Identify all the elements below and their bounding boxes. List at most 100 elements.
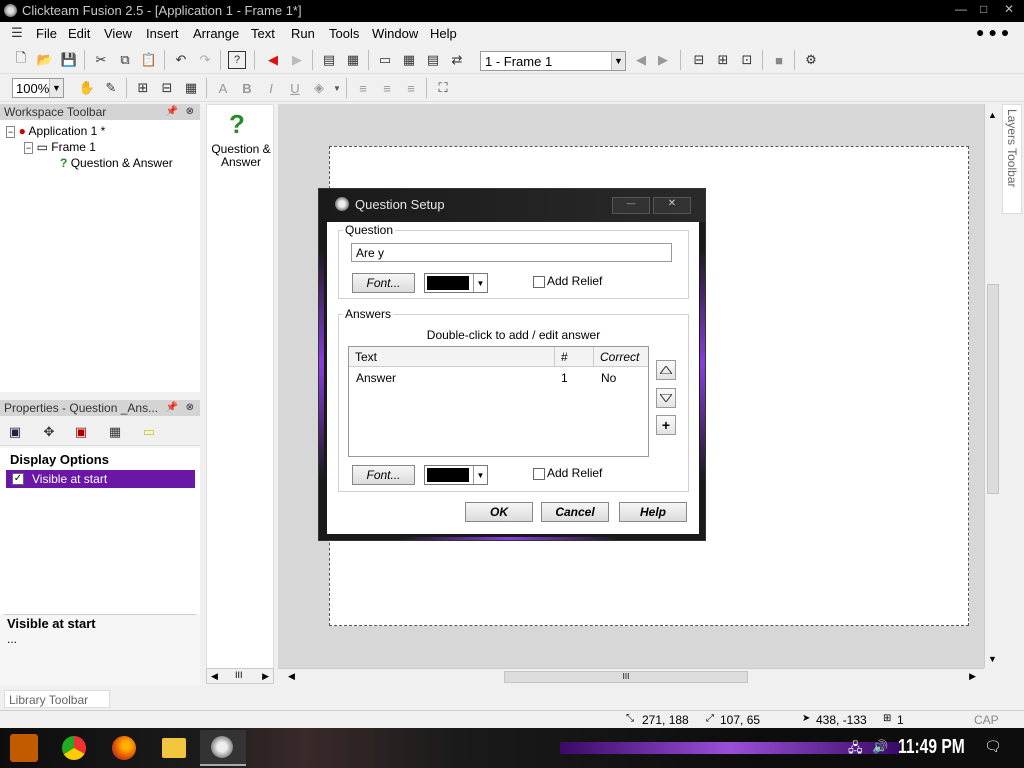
more-dots-icon[interactable]: ●●●: [976, 24, 1013, 40]
collapse-icon[interactable]: −: [24, 142, 34, 154]
menu-text[interactable]: Text: [251, 26, 275, 41]
menu-help[interactable]: Help: [430, 26, 457, 41]
size-tab-icon[interactable]: ✥: [40, 423, 58, 441]
forward-icon[interactable]: ▶: [288, 51, 306, 69]
help-button[interactable]: Help: [619, 502, 687, 522]
italic-icon[interactable]: I: [262, 79, 280, 97]
brush-icon[interactable]: ✎: [102, 79, 120, 97]
paste-icon[interactable]: 📋: [140, 51, 158, 69]
file-explorer-icon[interactable]: [162, 738, 186, 758]
scroll-thumb[interactable]: III: [235, 670, 243, 680]
display-tab-icon[interactable]: ▣: [6, 423, 24, 441]
tree-application[interactable]: − ● Application 1 *: [6, 124, 105, 138]
scroll-left-icon[interactable]: ◀: [288, 671, 295, 682]
menu-tools[interactable]: Tools: [329, 26, 359, 41]
column-text[interactable]: Text: [349, 347, 555, 367]
scroll-down-icon[interactable]: ▼: [988, 654, 997, 664]
values-tab-icon[interactable]: ▦: [106, 423, 124, 441]
column-number[interactable]: #: [555, 347, 594, 367]
data-elements-icon[interactable]: ⇄: [448, 51, 466, 69]
checkbox-checked-icon[interactable]: ✓: [12, 473, 24, 485]
fusion-task-button[interactable]: [200, 730, 246, 766]
fit-icon[interactable]: ⛶: [434, 79, 452, 97]
build-run-icon[interactable]: ⊡: [738, 51, 756, 69]
scroll-right-icon[interactable]: ▶: [969, 671, 976, 682]
snap-icon[interactable]: ⊟: [158, 79, 176, 97]
answers-color-picker[interactable]: ▼: [424, 465, 488, 485]
menu-run[interactable]: Run: [291, 26, 315, 41]
dialog-close-button[interactable]: ✕: [653, 197, 691, 214]
system-menu-icon[interactable]: ☰: [8, 24, 26, 42]
answers-font-button[interactable]: Font...: [352, 465, 415, 485]
copy-icon[interactable]: ⧉: [116, 51, 134, 69]
question-input[interactable]: [351, 243, 672, 262]
ok-button[interactable]: OK: [465, 502, 533, 522]
layers-toolbar-tab[interactable]: Layers Toolbar: [1002, 104, 1022, 214]
answers-add-relief-checkbox[interactable]: [533, 468, 545, 480]
scroll-up-icon[interactable]: ▲: [988, 110, 997, 120]
scroll-thumb[interactable]: III: [504, 671, 748, 683]
cut-icon[interactable]: ✂: [92, 51, 110, 69]
scroll-thumb[interactable]: [987, 284, 999, 494]
frame-editor-icon[interactable]: ▭: [376, 51, 394, 69]
dialog-minimize-button[interactable]: —: [612, 197, 650, 214]
align-center-icon[interactable]: ≡: [378, 79, 396, 97]
open-icon[interactable]: 📂: [36, 51, 54, 69]
fill-color-icon[interactable]: ◈: [310, 79, 328, 97]
menu-arrange[interactable]: Arrange: [193, 26, 239, 41]
underline-icon[interactable]: U: [286, 79, 304, 97]
font-icon[interactable]: A: [214, 79, 232, 97]
next-frame-icon[interactable]: ▶: [654, 51, 672, 69]
menu-window[interactable]: Window: [372, 26, 418, 41]
firefox-icon[interactable]: [112, 736, 136, 760]
menu-insert[interactable]: Insert: [146, 26, 179, 41]
event-list-editor-icon[interactable]: ▤: [424, 51, 442, 69]
property-visible-at-start[interactable]: ✓ Visible at start: [6, 470, 195, 488]
start-icon[interactable]: [10, 734, 38, 762]
move-down-button[interactable]: [656, 388, 676, 408]
close-button[interactable]: ✕: [1004, 2, 1014, 16]
storyboard-icon[interactable]: ▤: [320, 51, 338, 69]
frame-select[interactable]: 1 - Frame 1 ▼: [480, 51, 626, 71]
close-panel-icon[interactable]: ⊗: [186, 104, 194, 120]
volume-icon[interactable]: 🔊: [872, 739, 888, 755]
debugger-icon[interactable]: ⚙: [802, 51, 820, 69]
hand-icon[interactable]: ✋: [78, 79, 96, 97]
scroll-left-icon[interactable]: ◀: [211, 671, 218, 682]
add-answer-button[interactable]: +: [656, 415, 676, 435]
question-font-button[interactable]: Font...: [352, 273, 415, 293]
horizontal-scrollbar[interactable]: ◀ III ▶: [278, 668, 984, 684]
redo-icon[interactable]: ↷: [196, 51, 214, 69]
tree-frame[interactable]: − ▭ Frame 1: [24, 140, 96, 154]
menu-file[interactable]: File: [36, 26, 57, 41]
pin-icon[interactable]: 📌: [166, 104, 178, 120]
runtime-tab-icon[interactable]: ▣: [72, 423, 90, 441]
vertical-scrollbar[interactable]: ▲ ▼: [984, 104, 1000, 668]
table-row[interactable]: Answer 1 No: [349, 369, 648, 387]
question-add-relief-checkbox[interactable]: [533, 276, 545, 288]
grid-icon[interactable]: ⊞: [134, 79, 152, 97]
undo-icon[interactable]: ↶: [172, 51, 190, 69]
menu-view[interactable]: View: [104, 26, 132, 41]
question-color-picker[interactable]: ▼: [424, 273, 488, 293]
question-answer-icon[interactable]: ?: [229, 109, 245, 140]
column-correct[interactable]: Correct: [594, 347, 648, 367]
network-icon[interactable]: 🖧: [848, 739, 863, 761]
object-palette-label[interactable]: Question & Answer: [207, 143, 275, 169]
move-up-button[interactable]: [656, 360, 676, 380]
align-right-icon[interactable]: ≡: [402, 79, 420, 97]
chrome-icon[interactable]: [62, 736, 86, 760]
save-icon[interactable]: 💾: [60, 51, 78, 69]
minimize-button[interactable]: —: [955, 2, 967, 16]
menu-edit[interactable]: Edit: [68, 26, 90, 41]
answers-list[interactable]: Text # Correct Answer 1 No: [348, 346, 649, 457]
run-frame-icon[interactable]: ⊟: [690, 51, 708, 69]
cancel-button[interactable]: Cancel: [541, 502, 609, 522]
zoom-select[interactable]: 100% ▼: [12, 78, 64, 98]
prev-frame-icon[interactable]: ◀: [632, 51, 650, 69]
maximize-button[interactable]: □: [980, 2, 987, 16]
library-toolbar-tab[interactable]: Library Toolbar: [4, 690, 110, 708]
chevron-down-icon[interactable]: ▼: [328, 79, 346, 97]
notification-icon[interactable]: 🗨: [984, 738, 1002, 755]
about-tab-icon[interactable]: ▭: [140, 423, 158, 441]
